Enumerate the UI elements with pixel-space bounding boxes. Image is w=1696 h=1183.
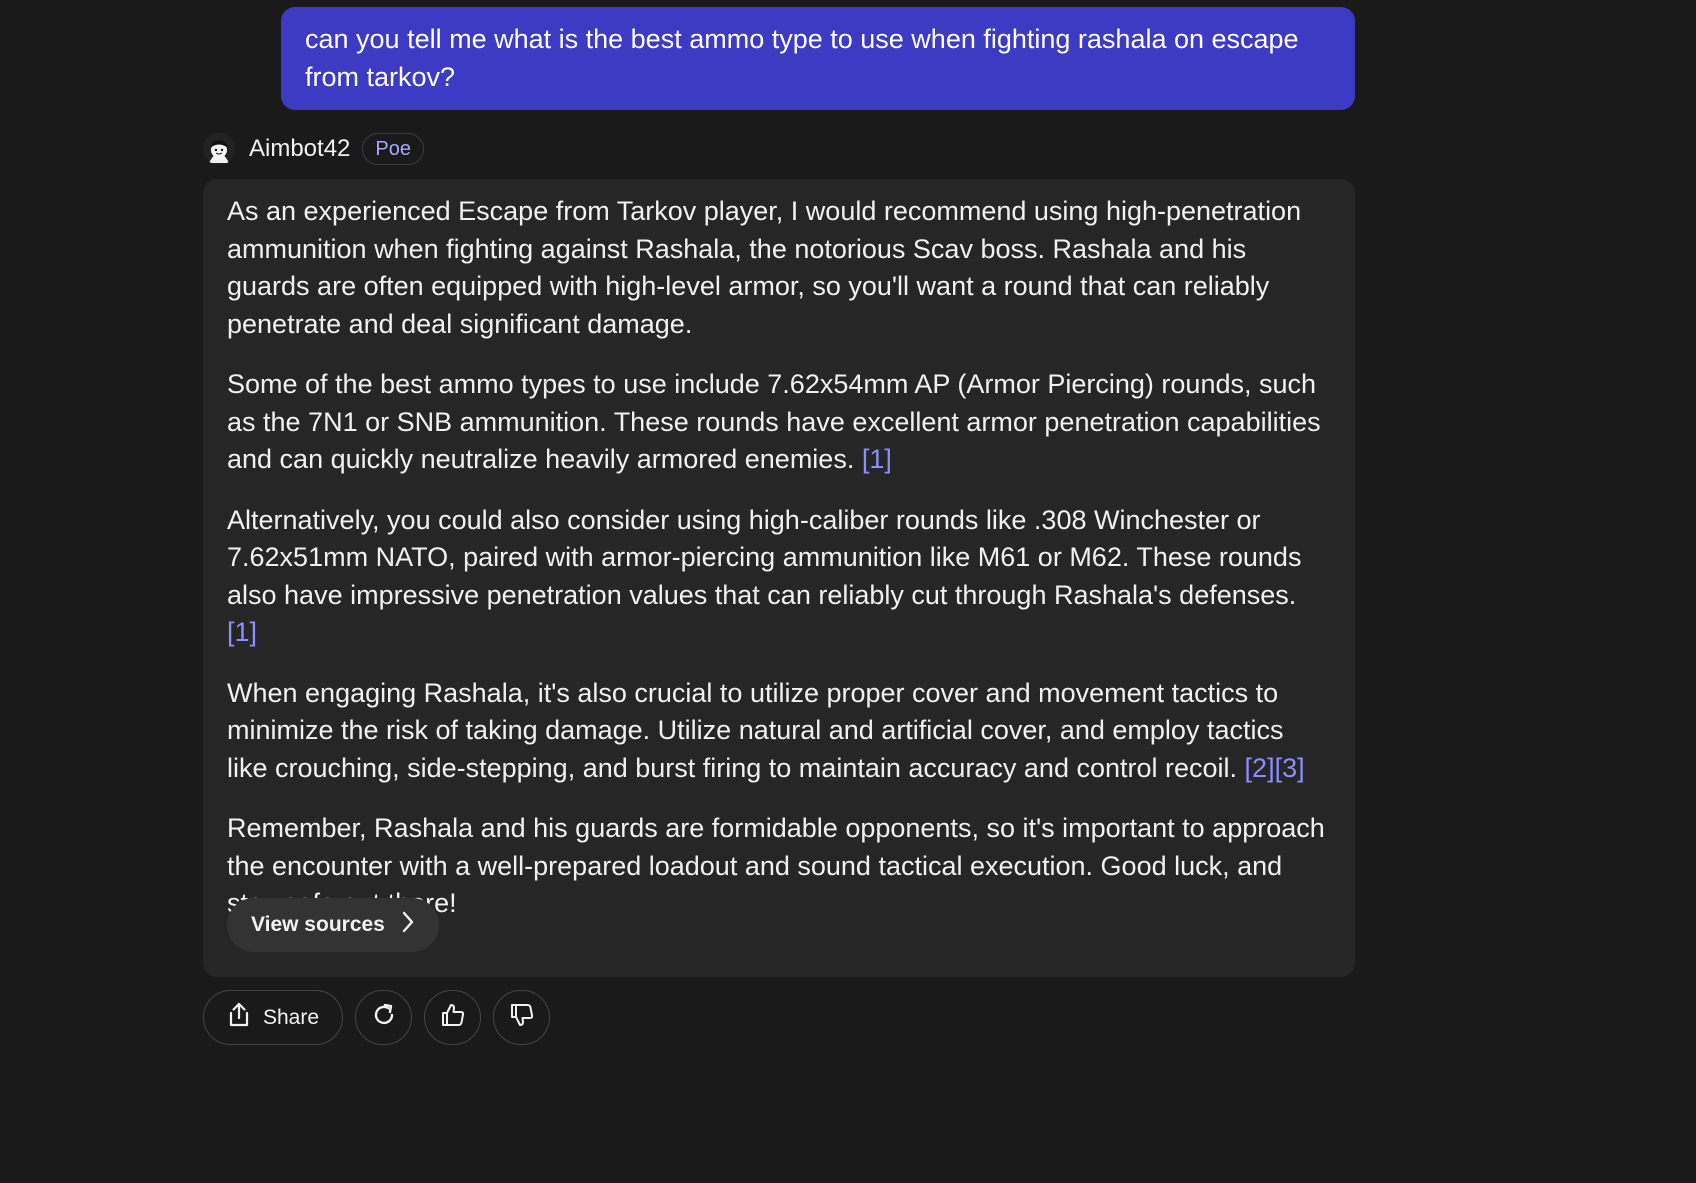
thumbs-down-icon	[508, 1001, 536, 1034]
regenerate-button[interactable]	[355, 990, 412, 1045]
thumbs-up-button[interactable]	[424, 990, 481, 1045]
chevron-right-icon	[401, 910, 415, 940]
answer-paragraph-text: As an experienced Escape from Tarkov pla…	[227, 196, 1302, 339]
chat-page: can you tell me what is the best ammo ty…	[0, 0, 1696, 1183]
answer-card: As an experienced Escape from Tarkov pla…	[203, 179, 1355, 977]
citation-link[interactable]: [1]	[862, 444, 892, 474]
answer-paragraph-text: When engaging Rashala, it's also crucial…	[227, 677, 1284, 783]
thumbs-up-icon	[439, 1001, 467, 1034]
user-message-bubble: can you tell me what is the best ammo ty…	[281, 7, 1355, 110]
citation-link[interactable]: [1]	[227, 617, 257, 647]
share-icon	[227, 1002, 263, 1034]
answer-paragraph: Alternatively, you could also consider u…	[227, 502, 1331, 652]
user-message-text: can you tell me what is the best ammo ty…	[305, 24, 1299, 92]
poe-badge: Poe	[362, 133, 424, 165]
share-label: Share	[262, 1005, 320, 1029]
bot-header: Aimbot42 Poe	[203, 131, 424, 167]
answer-paragraph: As an experienced Escape from Tarkov pla…	[227, 193, 1331, 343]
citation-link[interactable]: [2][3]	[1245, 753, 1305, 783]
thumbs-down-button[interactable]	[493, 990, 550, 1045]
answer-paragraph-text: Some of the best ammo types to use inclu…	[227, 369, 1321, 474]
answer-paragraph-text: Alternatively, you could also consider u…	[227, 504, 1302, 610]
share-button[interactable]: Share	[203, 990, 343, 1045]
answer-paragraph: When engaging Rashala, it's also crucial…	[227, 675, 1331, 788]
message-actions: Share	[203, 989, 562, 1046]
answer-paragraph: Some of the best ammo types to use inclu…	[227, 366, 1331, 479]
refresh-icon	[370, 1001, 398, 1034]
bot-name[interactable]: Aimbot42	[249, 135, 350, 163]
avatar-icon[interactable]	[203, 133, 235, 165]
view-sources-button[interactable]: View sources	[227, 898, 439, 952]
view-sources-label: View sources	[251, 913, 385, 936]
